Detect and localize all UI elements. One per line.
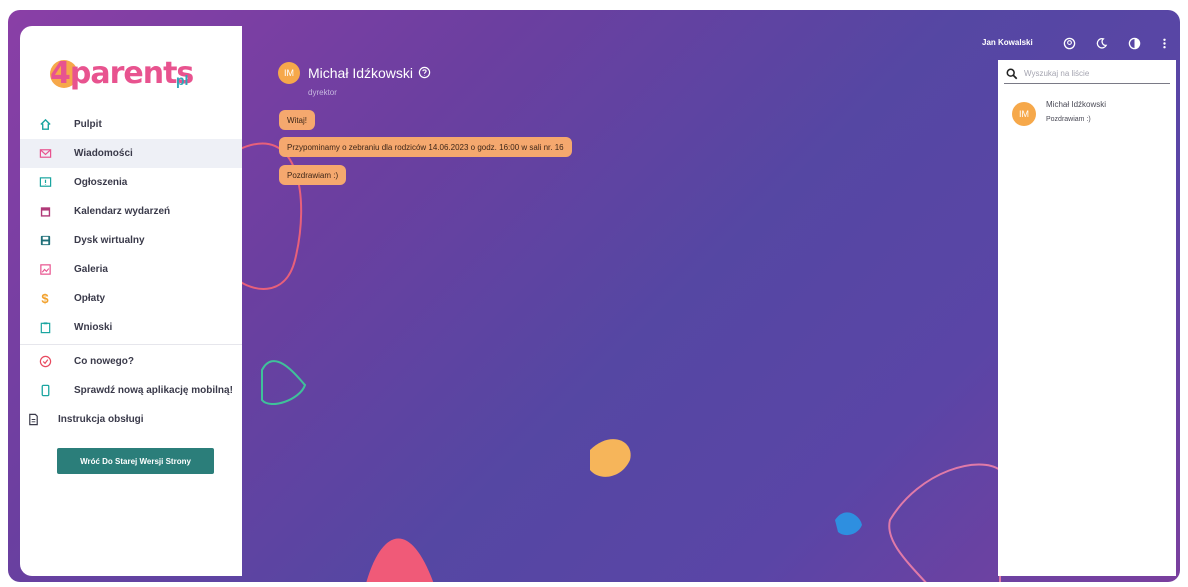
announcement-icon <box>38 176 52 190</box>
logo-suffix: pl <box>176 72 189 88</box>
message-bubble: Witaj! <box>279 110 315 130</box>
document-icon <box>26 413 40 427</box>
sidebar-item-galeria[interactable]: Galeria <box>20 255 242 284</box>
contact-name: Michał Idźkowski <box>308 65 414 81</box>
sidebar-item-oplaty[interactable]: $ Opłaty <box>20 284 242 313</box>
sidebar-item-label: Ogłoszenia <box>74 177 128 188</box>
home-icon <box>38 118 52 132</box>
more-vertical-icon[interactable] <box>1157 36 1171 50</box>
sidebar-item-label: Galeria <box>74 264 108 275</box>
sidebar-item-label: Kalendarz wydarzeń <box>74 206 171 217</box>
sidebar-item-instrukcja[interactable]: Instrukcja obsługi <box>20 405 242 434</box>
search-input[interactable] <box>1024 69 1164 78</box>
gallery-icon <box>38 263 52 277</box>
contact-list-item[interactable]: IM Michał Idźkowski Pozdrawiam :) <box>1012 100 1172 134</box>
clipboard-icon <box>38 321 52 335</box>
mail-icon <box>38 147 52 161</box>
sidebar-item-label: Opłaty <box>74 293 106 304</box>
last-message: Pozdrawiam :) <box>1046 116 1091 123</box>
old-version-button[interactable]: Wróć Do Starej Wersji Strony <box>57 448 214 474</box>
moon-icon[interactable] <box>1094 36 1108 50</box>
dollar-icon: $ <box>41 291 49 306</box>
sidebar-item-dysk[interactable]: Dysk wirtualny <box>20 226 242 255</box>
search-box <box>1004 64 1170 84</box>
message-bubble: Pozdrawiam :) <box>279 165 347 185</box>
contacts-panel: IM Michał Idźkowski Pozdrawiam :) <box>998 60 1176 576</box>
sidebar-item-label: Dysk wirtualny <box>74 235 145 246</box>
sidebar-nav: Pulpit Wiadomości Ogłoszenia Kalendarz w… <box>20 110 242 434</box>
sidebar-item-co-nowego[interactable]: Co nowego? <box>20 347 242 376</box>
message-bubble: Przypominamy o zebraniu dla rodziców 14.… <box>279 137 572 157</box>
disk-icon <box>38 234 52 248</box>
sidebar-item-pulpit[interactable]: Pulpit <box>20 110 242 139</box>
logo-text: 4parents <box>50 56 194 91</box>
sidebar-item-ogloszenia[interactable]: Ogłoszenia <box>20 168 242 197</box>
sidebar-item-label: Wiadomości <box>74 148 133 159</box>
sidebar-item-wiadomosci[interactable]: Wiadomości <box>20 139 242 168</box>
sidebar-item-label: Instrukcja obsługi <box>58 414 144 425</box>
calendar-icon <box>38 205 52 219</box>
help-icon[interactable] <box>418 66 431 79</box>
account-icon[interactable] <box>1062 36 1076 50</box>
sidebar-item-kalendarz[interactable]: Kalendarz wydarzeń <box>20 197 242 226</box>
sidebar-item-label: Wnioski <box>74 322 113 333</box>
phone-icon <box>38 384 52 398</box>
contact-role: dyrektor <box>308 88 337 97</box>
contrast-icon[interactable] <box>1127 36 1141 50</box>
sidebar-item-wnioski[interactable]: Wnioski <box>20 313 242 342</box>
sidebar-item-mobile-app[interactable]: Sprawdź nową aplikację mobilną! <box>20 376 242 405</box>
sidebar: 4parents pl Pulpit Wiadomości Ogłoszenia… <box>20 26 242 576</box>
contact-name: Michał Idźkowski <box>1046 100 1107 109</box>
sidebar-item-label: Pulpit <box>74 119 102 130</box>
avatar: IM <box>278 62 300 84</box>
whats-new-icon <box>38 355 52 369</box>
sidebar-item-label: Sprawdź nową aplikację mobilną! <box>74 385 233 396</box>
app-logo[interactable]: 4parents pl <box>50 44 210 104</box>
search-icon <box>1006 68 1018 79</box>
avatar: IM <box>1012 102 1036 126</box>
nav-divider <box>20 344 242 345</box>
user-name[interactable]: Jan Kowalski <box>982 38 1033 47</box>
sidebar-item-label: Co nowego? <box>74 356 134 367</box>
